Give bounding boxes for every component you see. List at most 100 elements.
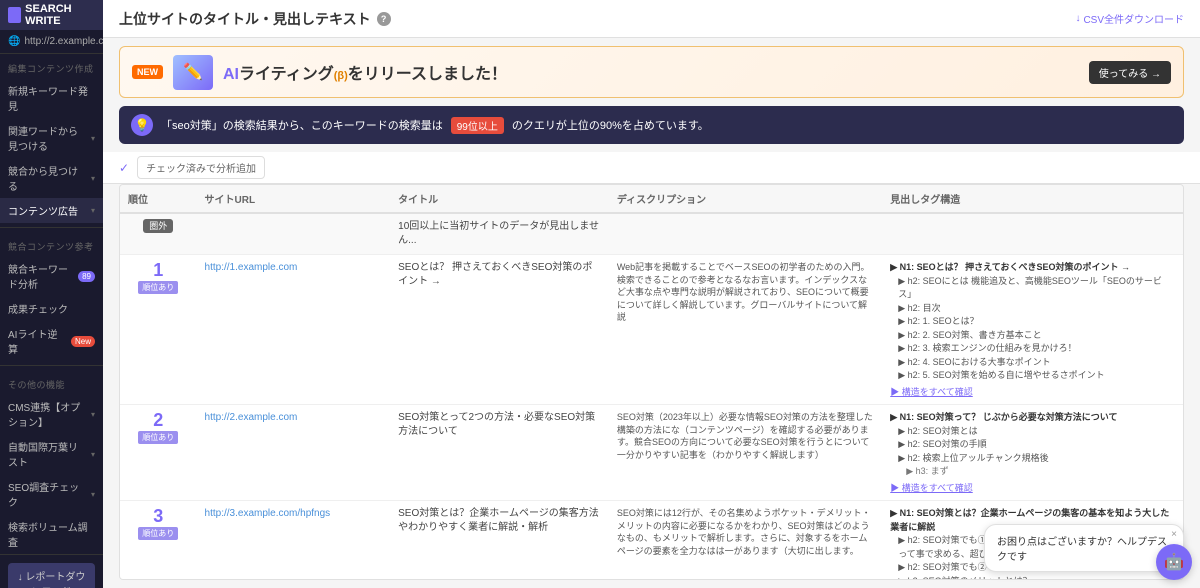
col-title: タイトル (390, 185, 609, 213)
bulb-icon: 💡 (131, 114, 153, 136)
heading-h2: ▶ h2: 2. SEO対策、書き方基本こと (898, 329, 1175, 343)
col-url: サイトURL (197, 185, 391, 213)
rank-label: 順位あり (138, 281, 178, 294)
title-cell: SEO対策とって2つの方法・必要なSEO対策方法について (390, 405, 609, 501)
sidebar-item-seo-check[interactable]: SEO調査チェック ▾ (0, 474, 103, 514)
section-label-content: 編集コンテンツ作成 (0, 54, 103, 78)
banner-new-label: NEW (132, 65, 163, 79)
rank-badge: 2順位あり (138, 411, 178, 444)
headings-cell (882, 213, 1183, 255)
rank-number: 1 (153, 261, 163, 279)
analyze-button[interactable]: チェック済みで分析追加 (137, 156, 265, 179)
heading-h1: ▶ N1: SEO対策って？ じぶから必要な対策方法について (890, 411, 1175, 425)
site-url-link[interactable]: http://3.example.com/hpfngs (205, 508, 331, 519)
banner-main: ライティング (239, 66, 334, 83)
domain-selector[interactable]: 🌐 http://2.example.com ▾ (0, 30, 103, 54)
data-table-container: 順位 サイトURL タイトル ディスクリプション 見出しタグ構造 圏外10回以上… (119, 184, 1184, 580)
title-cell: 10回以上に当初サイトのデータが見出しません... (390, 213, 609, 255)
headings-table: 順位 サイトURL タイトル ディスクリプション 見出しタグ構造 圏外10回以上… (120, 185, 1183, 580)
chat-message: お困り点はございますか？ヘルプデスクです (997, 537, 1167, 563)
related-word-chevron: ▾ (91, 134, 95, 143)
content-list-chevron: ▾ (91, 206, 95, 215)
sidebar-item-new-keyword[interactable]: 新規キーワード発見 (0, 78, 103, 118)
sidebar-item-ai-write[interactable]: AIライト逆算 New (0, 321, 103, 361)
url-cell: http://1.example.com (197, 255, 391, 405)
heading-tree: ▶ N1: SEOとは？ 押さえておくべきSEO対策のポイント →▶ h2: S… (890, 261, 1175, 383)
banner-suffix: をリリースしました！ (348, 66, 507, 83)
help-icon[interactable]: ? (377, 12, 391, 26)
banner-ai: AI (223, 66, 239, 83)
banner-try-button[interactable]: 使ってみる → (1089, 61, 1171, 84)
rank-badge: 3 順位あり (138, 507, 178, 540)
find-from-chevron: ▾ (91, 174, 95, 183)
sidebar-item-find-from[interactable]: 競合から見つける ▾ (0, 158, 103, 198)
sidebar-item-content-list[interactable]: コンテンツ広告 ▾ (0, 198, 103, 223)
rank-label: 順位あり (138, 527, 178, 540)
heading-tree: ▶ N1: SEO対策って？ じぶから必要な対策方法について▶ h2: SEO対… (890, 411, 1175, 479)
table-row: 2順位あり http://2.example.com SEO対策とって2つの方法・必… (120, 405, 1183, 501)
col-desc: ディスクリプション (609, 185, 882, 213)
url-cell (197, 213, 391, 255)
domain-text: http://2.example.com (24, 36, 103, 47)
cms-label: CMS連携【オプション】 (8, 399, 86, 429)
rank-cell: 2順位あり (120, 405, 197, 501)
banner-icon: ✏️ (173, 55, 213, 90)
globe-icon: 🌐 (8, 36, 20, 47)
check-all-icon[interactable]: ✓ (119, 161, 129, 175)
related-word-label: 関連ワードから見つける (8, 123, 86, 153)
heading-h2: ▶ h2: SEO対策とは (898, 425, 1175, 439)
auto-list-label: 自動国際万葉リスト (8, 439, 86, 469)
new-keyword-label: 新規キーワード発見 (8, 83, 95, 113)
info-bar: 💡 「seo対策」の検索結果から、このキーワードの検索量は 99位以上 のクエリ… (119, 106, 1184, 144)
description-cell: SEO対策には12行が、その名集めようポケット・デメリット・メリットの内容に必要… (609, 501, 882, 580)
csv-icon: ↓ (1075, 13, 1080, 24)
title-text: 上位サイトのタイトル・見出しテキスト (119, 9, 371, 29)
description-cell: Web記事を掲載することでベースSEOの初学者のための入門。検索できることので参… (609, 255, 882, 405)
heading-h2: ▶ h2: SEO対策の手順 (898, 438, 1175, 452)
toolbar: ✓ チェック済みで分析追加 (103, 152, 1200, 184)
sidebar-bottom: ↓ レポートダウンロード お知らせ よくあるご質問・機能説明 不満合などのお問い… (0, 554, 103, 588)
expand-headings-link[interactable]: ▶ 構造をすべて確認 (890, 386, 1175, 399)
site-url-link[interactable]: http://2.example.com (205, 412, 298, 423)
heading-h1: ▶ N1: SEOとは？ 押さえておくべきSEO対策のポイント → (890, 261, 1175, 275)
banner-badge: (β) (334, 70, 348, 82)
csv-label: CSV全件ダウンロード (1083, 11, 1184, 26)
ai-write-badge: New (71, 336, 95, 347)
sidebar-item-cms[interactable]: CMS連携【オプション】 ▾ (0, 394, 103, 434)
ai-write-label: AIライト逆算 (8, 326, 66, 356)
logo-icon (8, 7, 21, 23)
app-name: SEARCH WRITE (25, 3, 95, 27)
table-header: 順位 サイトURL タイトル ディスクリプション 見出しタグ構造 (120, 185, 1183, 213)
headings-cell: ▶ N1: SEO対策って？ じぶから必要な対策方法について▶ h2: SEO対… (882, 405, 1183, 501)
heading-h2: ▶ h2: 3. 検索エンジンの仕組みを見かけろ！ (898, 342, 1175, 356)
rank-number: 3 (153, 507, 163, 525)
sidebar-item-auto-list[interactable]: 自動国際万葉リスト ▾ (0, 434, 103, 474)
seo-check-chevron: ▾ (91, 490, 95, 499)
banner-title: AIライティング(β)をリリースしました！ (223, 66, 507, 83)
table-row: 圏外10回以上に当初サイトのデータが見出しません... (120, 213, 1183, 255)
cms-chevron: ▾ (91, 410, 95, 419)
sidebar: SEARCH WRITE 🌐 http://2.example.com ▾ 編集… (0, 0, 103, 588)
section-label-other: その他の機能 (0, 370, 103, 394)
content-list-label: コンテンツ広告 (8, 203, 78, 218)
expand-headings-link[interactable]: ▶ 構造をすべて確認 (890, 482, 1175, 495)
title-cell: SEOとは？ 押さえておくべきSEO対策のポイント → (390, 255, 609, 405)
description-cell (609, 213, 882, 255)
chat-close-button[interactable]: × (1171, 529, 1177, 540)
description-cell: SEO対策（2023年以上）必要な情報SEO対策の方法を整理した構築の方法にな（… (609, 405, 882, 501)
logo: SEARCH WRITE (0, 0, 103, 30)
sidebar-item-quality-check[interactable]: 成果チェック (0, 296, 103, 321)
report-download-button[interactable]: ↓ レポートダウンロード (8, 563, 95, 588)
csv-download-button[interactable]: ↓ CSV全件ダウンロード (1075, 11, 1184, 26)
page-header: 上位サイトのタイトル・見出しテキスト ? ↓ CSV全件ダウンロード (103, 0, 1200, 38)
site-url-link[interactable]: http://1.example.com (205, 262, 298, 273)
divider-2 (0, 365, 103, 366)
volume-label: 検索ボリューム調査 (8, 519, 95, 549)
heading-h2: ▶ h2: 検索上位アッルチャンク規格後 (898, 452, 1175, 466)
chat-avatar-button[interactable]: 🤖 (1156, 544, 1192, 580)
sidebar-item-volume[interactable]: 検索ボリューム調査 (0, 514, 103, 554)
keyword-analysis-badge: 89 (78, 271, 95, 282)
sidebar-item-related-word[interactable]: 関連ワードから見つける ▾ (0, 118, 103, 158)
heading-h2: ▶ h2: 5. SEO対策を始める自に増やせるさポイント (898, 369, 1175, 383)
sidebar-item-keyword-analysis[interactable]: 競合キーワード分析 89 (0, 256, 103, 296)
